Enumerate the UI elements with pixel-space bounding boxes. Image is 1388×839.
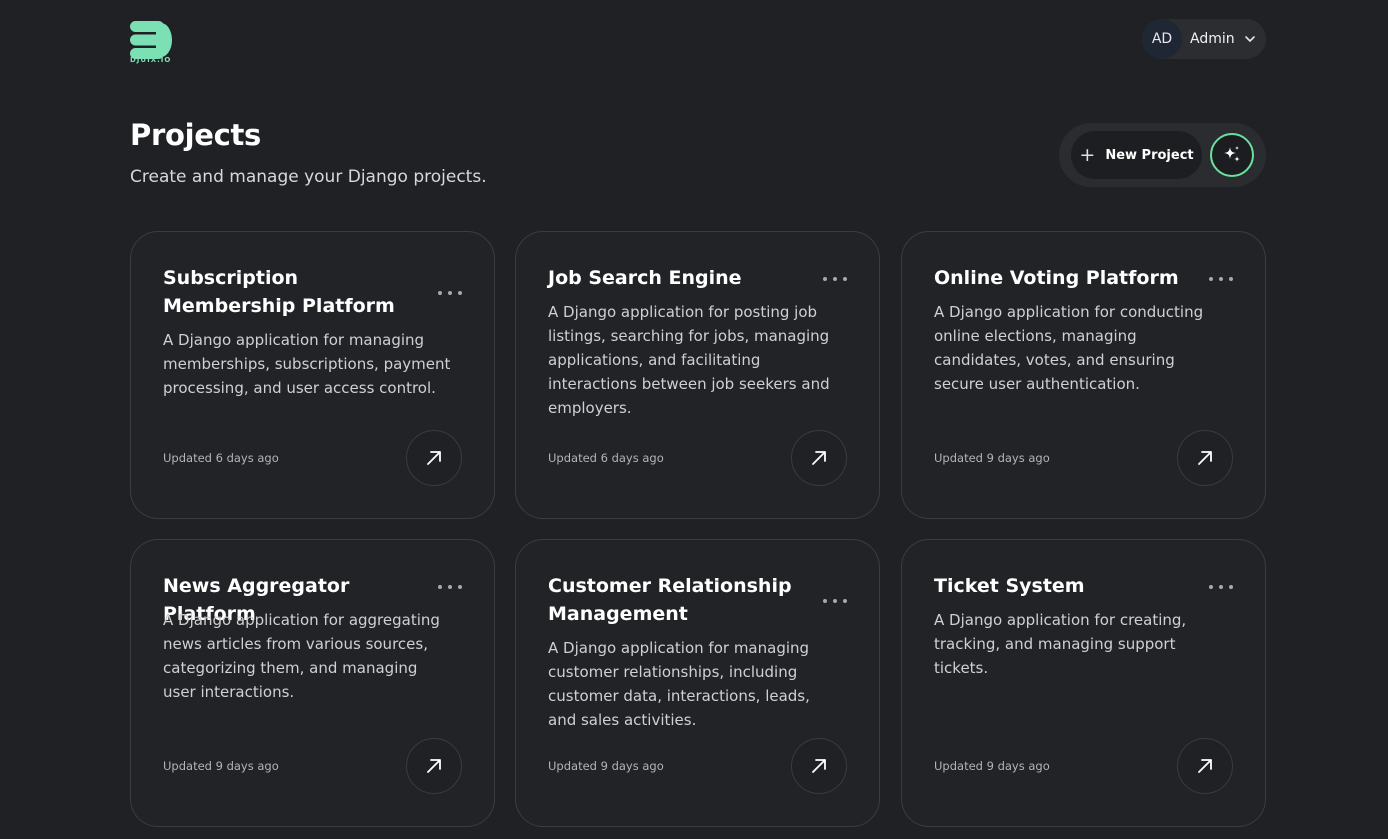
page-subtitle: Create and manage your Django projects. [130, 167, 487, 187]
arrow-up-right-icon [1198, 451, 1212, 465]
project-updated: Updated 9 days ago [548, 759, 664, 773]
project-title: Ticket System [934, 575, 1085, 597]
page: DJUIX.IO AD Admin Projects Create and ma… [0, 0, 1388, 839]
chevron-down-icon [1244, 36, 1255, 42]
ai-generate-button[interactable] [1210, 133, 1254, 177]
open-project-button[interactable] [406, 738, 462, 794]
more-options-icon[interactable] [1209, 269, 1233, 289]
sparkles-icon [1224, 146, 1240, 162]
open-project-button[interactable] [1177, 430, 1233, 486]
arrow-up-right-icon [427, 759, 441, 773]
avatar: AD [1142, 19, 1182, 59]
more-options-icon[interactable] [438, 283, 462, 303]
project-updated: Updated 9 days ago [934, 451, 1050, 465]
user-menu[interactable]: AD Admin [1142, 19, 1266, 59]
project-updated: Updated 9 days ago [934, 759, 1050, 773]
user-name: Admin [1190, 31, 1235, 47]
page-title: Projects [130, 118, 262, 152]
open-project-button[interactable] [791, 430, 847, 486]
arrow-up-right-icon [427, 451, 441, 465]
project-description: A Django application for managing member… [163, 331, 451, 397]
project-title: Job Search Engine [548, 267, 742, 289]
project-description: A Django application for aggregating new… [163, 611, 440, 701]
arrow-up-right-icon [812, 759, 826, 773]
project-card[interactable]: News Aggregator Platform A Django applic… [130, 539, 495, 827]
project-description: A Django application for conducting onli… [934, 303, 1204, 393]
project-title: Subscription Membership Platform [163, 267, 395, 317]
project-card[interactable]: Customer Relationship Management A Djang… [515, 539, 880, 827]
project-description: A Django application for posting job lis… [548, 303, 830, 417]
open-project-button[interactable] [406, 430, 462, 486]
logo-text: DJUIX.IO [130, 56, 172, 64]
project-description: A Django application for creating, track… [934, 611, 1187, 677]
open-project-button[interactable] [791, 738, 847, 794]
project-card[interactable]: Subscription Membership Platform A Djang… [130, 231, 495, 519]
arrow-up-right-icon [812, 451, 826, 465]
more-options-icon[interactable] [438, 577, 462, 597]
project-title: Online Voting Platform [934, 267, 1179, 289]
open-project-button[interactable] [1177, 738, 1233, 794]
more-options-icon[interactable] [823, 269, 847, 289]
plus-icon: + [1079, 143, 1096, 166]
more-options-icon[interactable] [1209, 577, 1233, 597]
project-card[interactable]: Online Voting Platform A Django applicat… [901, 231, 1266, 519]
project-card[interactable]: Job Search Engine A Django application f… [515, 231, 880, 519]
project-card[interactable]: Ticket System A Django application for c… [901, 539, 1266, 827]
arrow-up-right-icon [1198, 759, 1212, 773]
new-project-button[interactable]: + New Project [1071, 131, 1202, 179]
page-actions: + New Project [1059, 123, 1266, 187]
project-updated: Updated 9 days ago [163, 759, 279, 773]
project-description: A Django application for managing custom… [548, 639, 810, 729]
project-updated: Updated 6 days ago [548, 451, 664, 465]
project-title: Customer Relationship Management [548, 575, 792, 625]
project-updated: Updated 6 days ago [163, 451, 279, 465]
new-project-label: New Project [1105, 147, 1194, 163]
more-options-icon[interactable] [823, 591, 847, 611]
